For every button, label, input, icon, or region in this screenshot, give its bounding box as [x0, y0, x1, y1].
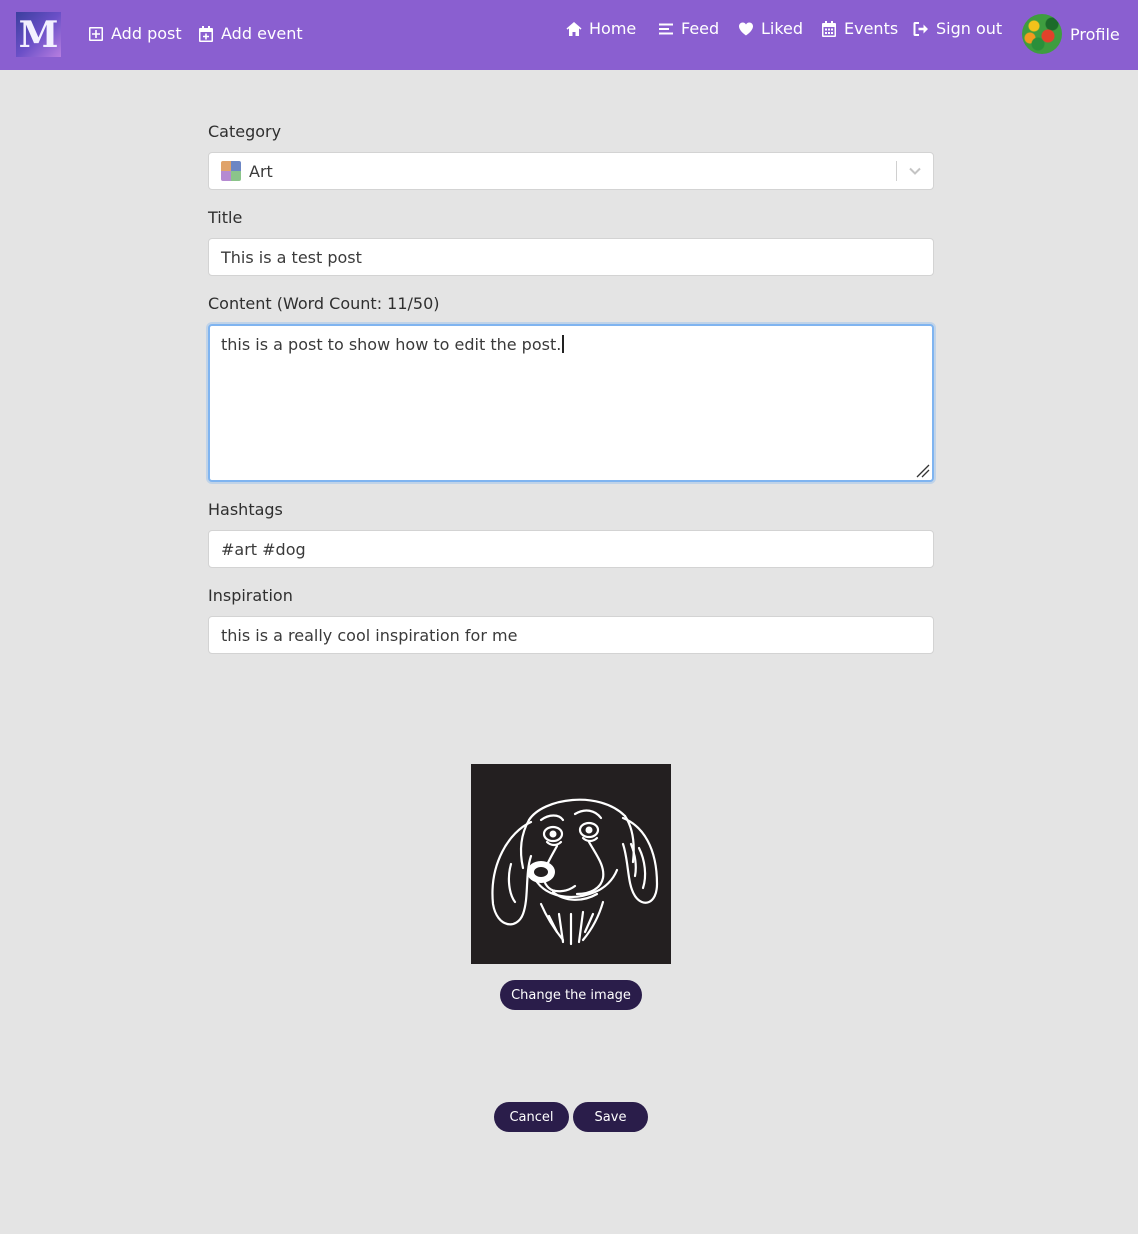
hashtags-value: #art #dog [221, 539, 306, 559]
inspiration-value: this is a really cool inspiration for me [221, 625, 518, 645]
nav-add-event-label: Add event [221, 24, 303, 43]
nav-profile[interactable]: Profile [1022, 14, 1120, 54]
nav-profile-label: Profile [1070, 24, 1120, 44]
post-image [471, 764, 671, 964]
calendar-plus-icon [199, 25, 213, 42]
category-select[interactable]: Art [208, 152, 934, 190]
nav-sign-out-label: Sign out [936, 19, 1003, 38]
content-label: Content (Word Count: 11/50) [208, 294, 440, 313]
inspiration-label: Inspiration [208, 586, 293, 605]
top-navbar: M Add post Add event Home Feed Liked Eve… [0, 0, 1138, 70]
nav-sign-out[interactable]: Sign out [913, 19, 1002, 38]
nav-feed[interactable]: Feed [658, 19, 719, 38]
dog-illustration [491, 798, 659, 946]
sign-out-icon [913, 21, 928, 36]
nav-feed-label: Feed [681, 19, 720, 38]
change-image-button[interactable]: Change the image [500, 980, 642, 1010]
nav-events[interactable]: Events [821, 19, 898, 38]
resize-handle-icon[interactable] [916, 464, 930, 478]
hashtags-input[interactable]: #art #dog [208, 530, 934, 568]
save-button[interactable]: Save [573, 1102, 648, 1132]
nav-liked[interactable]: Liked [738, 19, 803, 38]
content-value: this is a post to show how to edit the p… [221, 335, 562, 354]
nav-liked-label: Liked [761, 19, 804, 38]
nav-add-post[interactable]: Add post [88, 24, 182, 43]
art-category-icon [221, 161, 241, 181]
title-input[interactable]: This is a test post [208, 238, 934, 276]
calendar-icon [822, 20, 836, 37]
select-separator [896, 161, 897, 181]
category-value: Art [249, 161, 273, 181]
chevron-down-icon[interactable] [907, 163, 923, 179]
menu-lines-icon [659, 23, 673, 34]
home-icon [566, 21, 582, 36]
heart-icon [739, 22, 753, 35]
hashtags-label: Hashtags [208, 500, 283, 519]
inspiration-input[interactable]: this is a really cool inspiration for me [208, 616, 934, 654]
nav-add-post-label: Add post [111, 24, 182, 43]
nav-home[interactable]: Home [566, 19, 636, 38]
text-caret [562, 335, 565, 353]
nav-add-event[interactable]: Add event [198, 24, 303, 43]
app-logo[interactable]: M [16, 12, 61, 57]
plus-square-icon [89, 26, 103, 41]
title-value: This is a test post [221, 247, 362, 267]
title-label: Title [208, 208, 243, 227]
category-label: Category [208, 122, 282, 141]
content-textarea[interactable]: this is a post to show how to edit the p… [208, 324, 934, 482]
avatar[interactable] [1022, 14, 1062, 54]
nav-home-label: Home [589, 19, 637, 38]
cancel-button[interactable]: Cancel [494, 1102, 569, 1132]
nav-events-label: Events [844, 19, 899, 38]
